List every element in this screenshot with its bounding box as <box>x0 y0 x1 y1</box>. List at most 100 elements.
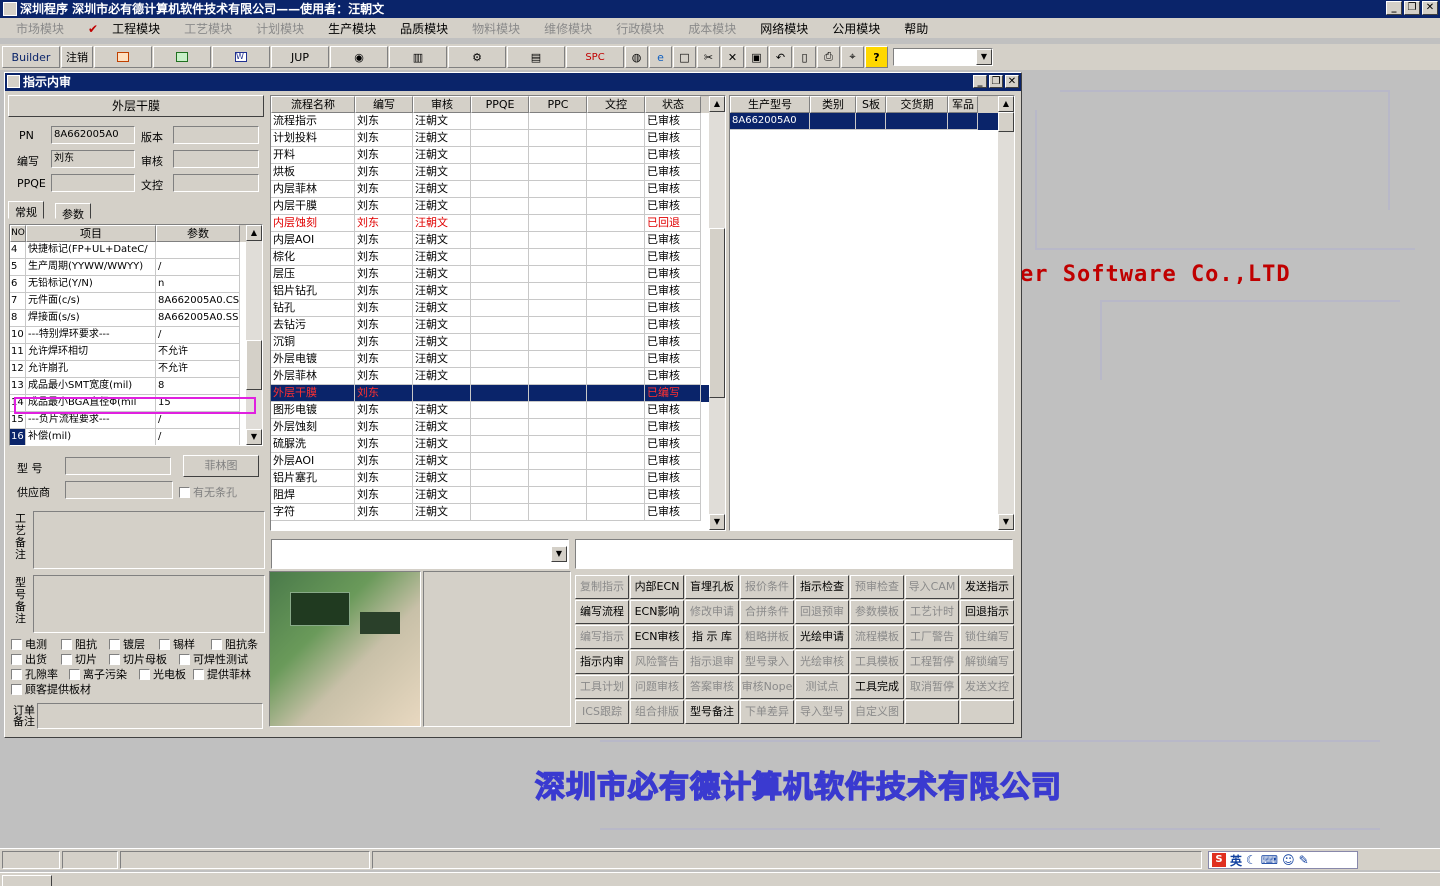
process-note-field[interactable] <box>33 511 265 569</box>
flow-select-dropdown[interactable]: ▼ <box>271 539 569 569</box>
globe-icon[interactable]: ◍ <box>625 46 648 68</box>
restore-button[interactable]: ❐ <box>1404 1 1420 15</box>
menu-item-3[interactable]: 计划模块 <box>244 20 316 37</box>
menu-item-5[interactable]: 品质模块 <box>388 20 460 37</box>
param-row[interactable]: 15 ---负片流程要求--- / <box>10 412 262 429</box>
action-button[interactable]: ECN影响 <box>630 600 684 624</box>
param-row[interactable]: 7 元件面(c/s) 8A662005A0.CS <box>10 293 262 310</box>
action-button[interactable]: 解锁编写 <box>960 650 1014 674</box>
production-header-cell[interactable]: 类别 <box>810 96 856 113</box>
menu-item-8[interactable]: 行政模块 <box>604 20 676 37</box>
preview-icon[interactable]: ▯ <box>793 46 816 68</box>
new-doc-icon[interactable]: □ <box>673 46 696 68</box>
action-button[interactable]: 回退预审 <box>795 600 849 624</box>
action-button[interactable]: 工艺计时 <box>905 600 959 624</box>
option-checkbox[interactable]: 顾客提供板材 <box>11 681 91 697</box>
close-button[interactable]: ✕ <box>1422 1 1438 15</box>
order-note-field[interactable] <box>37 703 263 729</box>
action-button[interactable] <box>905 700 959 724</box>
audit-field[interactable] <box>173 150 259 168</box>
action-button[interactable]: 发送指示 <box>960 575 1014 599</box>
action-button[interactable]: 编写指示 <box>575 625 629 649</box>
model-field[interactable] <box>65 457 171 475</box>
action-button[interactable]: ICS跟踪 <box>575 700 629 724</box>
flow-row[interactable]: 钻孔 刘东 汪朝文 已审核 <box>271 300 725 317</box>
action-button[interactable]: 组合排版 <box>630 700 684 724</box>
action-button[interactable]: 锁住编写 <box>960 625 1014 649</box>
flow-header-cell[interactable]: 文控 <box>587 96 645 113</box>
flow-row[interactable]: 计划投料 刘东 汪朝文 已审核 <box>271 130 725 147</box>
model-note-field[interactable] <box>33 575 265 633</box>
production-header-cell[interactable]: S板 <box>856 96 886 113</box>
action-button[interactable]: 风险警告 <box>630 650 684 674</box>
flow-row[interactable]: 层压 刘东 汪朝文 已审核 <box>271 266 725 283</box>
menu-item-6[interactable]: 物料模块 <box>460 20 532 37</box>
flow-row[interactable]: 外层AOI 刘东 汪朝文 已审核 <box>271 453 725 470</box>
param-row[interactable]: 8 焊接面(s/s) 8A662005A0.SS <box>10 310 262 327</box>
option-checkbox[interactable]: 切片 <box>61 651 97 667</box>
flow-row[interactable]: 内层干膜 刘东 汪朝文 已审核 <box>271 198 725 215</box>
menu-item-7[interactable]: 维修模块 <box>532 20 604 37</box>
param-row[interactable]: 5 生产周期(YYWW/WWYY) / <box>10 259 262 276</box>
action-button[interactable] <box>960 700 1014 724</box>
action-button[interactable]: 指示退审 <box>685 650 739 674</box>
menu-item-10[interactable]: 网络模块 <box>748 20 820 37</box>
action-button[interactable]: 流程模板 <box>850 625 904 649</box>
option-checkbox[interactable]: 可焊性测试 <box>179 651 248 667</box>
ime-toolbar[interactable]: S 英 ☾ ⌨ ☺ ✎ <box>1208 851 1358 869</box>
flow-header-cell[interactable]: 审核 <box>413 96 471 113</box>
flow-row[interactable]: 硫脲洗 刘东 汪朝文 已审核 <box>271 436 725 453</box>
spc-button[interactable]: SPC <box>566 46 624 68</box>
option-checkbox[interactable]: 提供菲林 <box>193 666 251 682</box>
action-button[interactable]: 盲埋孔板 <box>685 575 739 599</box>
flow-row[interactable]: 流程指示 刘东 汪朝文 已审核 <box>271 113 725 130</box>
action-button[interactable]: 型号备注 <box>685 700 739 724</box>
menu-item-11[interactable]: 公用模块 <box>820 20 892 37</box>
pn-field[interactable]: 8A662005A0 <box>51 126 135 144</box>
option-checkbox[interactable]: 出货 <box>11 651 47 667</box>
option-checkbox[interactable]: 锡样 <box>159 636 195 652</box>
param-row[interactable]: 6 无铅标记(Y/N) n <box>10 276 262 293</box>
help-icon[interactable]: ? <box>865 46 888 68</box>
print-icon[interactable]: ⎙ <box>817 46 840 68</box>
production-header-cell[interactable]: 军品 <box>948 96 978 113</box>
action-button[interactable]: 复制指示 <box>575 575 629 599</box>
production-row[interactable]: 8A662005A0 <box>730 113 1014 130</box>
cut-icon[interactable]: ✂ <box>697 46 720 68</box>
jup-button[interactable]: JUP <box>271 46 329 68</box>
film-button[interactable]: 菲林图 <box>183 455 259 477</box>
action-button[interactable]: 修改申请 <box>685 600 739 624</box>
undo-icon[interactable]: ↶ <box>769 46 792 68</box>
action-button[interactable]: 审核Nope <box>740 675 794 699</box>
production-header-cell[interactable]: 生产型号 <box>730 96 810 113</box>
flow-row[interactable]: 内层菲林 刘东 汪朝文 已审核 <box>271 181 725 198</box>
flow-header-cell[interactable]: PPQE <box>471 96 529 113</box>
ie-icon[interactable]: e <box>649 46 672 68</box>
writer-field[interactable]: 刘东 <box>51 150 135 168</box>
action-button[interactable]: 下单差异 <box>740 700 794 724</box>
flow-header-cell[interactable]: PPC <box>529 96 587 113</box>
param-row[interactable]: 10 ---特别焊环要求--- / <box>10 327 262 344</box>
param-row[interactable]: 16 补偿(mil) / <box>10 429 262 445</box>
flow-row[interactable]: 内层蚀刻 刘东 汪朝文 已回退 <box>271 215 725 232</box>
action-button[interactable]: 工程暂停 <box>905 650 959 674</box>
option-checkbox[interactable]: 电测 <box>11 636 47 652</box>
action-button[interactable]: 指示内审 <box>575 650 629 674</box>
flow-header-cell[interactable]: 编写 <box>355 96 413 113</box>
menu-item-1[interactable]: ✔ 工程模块 <box>76 20 172 37</box>
action-button[interactable]: 发送文控 <box>960 675 1014 699</box>
flow-row[interactable]: 棕化 刘东 汪朝文 已审核 <box>271 249 725 266</box>
scanner-icon[interactable]: ▤ <box>507 46 565 68</box>
excel2-icon[interactable] <box>153 46 211 68</box>
database-icon[interactable]: ▥ <box>389 46 447 68</box>
flow-row[interactable]: 去钻污 刘东 汪朝文 已审核 <box>271 317 725 334</box>
option-checkbox[interactable]: 孔隙率 <box>11 666 58 682</box>
production-header-cell[interactable]: 交货期 <box>886 96 948 113</box>
version-field[interactable] <box>173 126 259 144</box>
delete-icon[interactable]: ✕ <box>721 46 744 68</box>
option-checkbox[interactable]: 阻抗 <box>61 636 97 652</box>
save-icon[interactable]: ▣ <box>745 46 768 68</box>
flow-row[interactable]: 外层干膜 刘东 已编写 <box>271 385 725 402</box>
action-button[interactable]: 粗略拼板 <box>740 625 794 649</box>
binoculars-icon[interactable]: ⌖ <box>841 46 864 68</box>
